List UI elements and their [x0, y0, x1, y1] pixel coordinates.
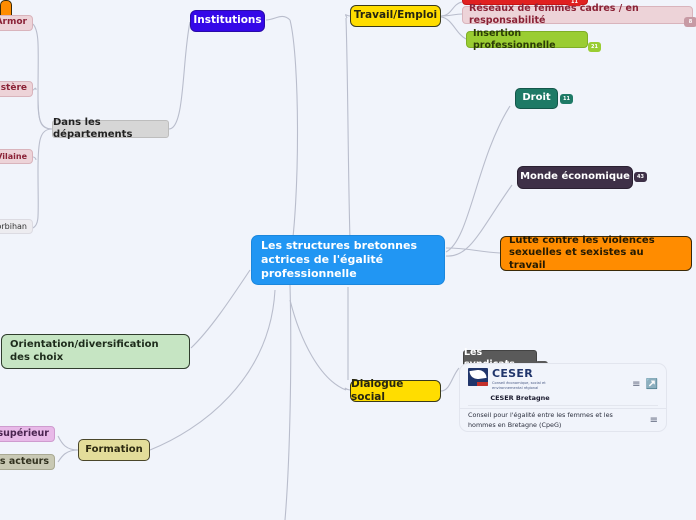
branch-travail-emploi[interactable]: Travail/Emploi	[350, 5, 441, 27]
dept-item-finistere[interactable]: Finistère	[0, 81, 33, 97]
panel-divider	[468, 405, 658, 406]
panel-row-cpeg[interactable]: Conseil pour l'égalité entre les femmes …	[460, 408, 666, 432]
topic-droit[interactable]: Droit	[515, 88, 558, 109]
ceser-logo-block: CESER Conseil économique, social et envi…	[468, 366, 572, 403]
badge-droit: 11	[560, 94, 573, 104]
topic-enseignement-superieur[interactable]: nt supérieur	[0, 426, 55, 442]
external-link-icon[interactable]: ↗️	[646, 380, 658, 390]
dept-item-morbihan[interactable]: Morbihan	[0, 219, 33, 234]
dept-item-ille-et-vilaine[interactable]: t-Vilaine	[0, 149, 33, 164]
ceser-logo-name: CESER	[492, 366, 533, 380]
topic-lutte-violences[interactable]: Lutte contre les violences sexuelles et …	[500, 235, 692, 271]
ceser-caption: CESER Bretagne	[490, 394, 550, 403]
branch-departements[interactable]: Dans les départements	[52, 117, 169, 140]
mindmap-canvas: Les structures bretonnes actrices de l'é…	[0, 0, 696, 520]
branch-dialogue-social[interactable]: Dialogue social	[350, 378, 441, 403]
cpeg-label: Conseil pour l'égalité entre les femmes …	[468, 410, 613, 429]
topic-des-acteurs[interactable]: des acteurs	[0, 454, 55, 470]
ceser-row-icons: ≡ ↗️	[632, 380, 658, 390]
badge-insertion: 21	[588, 42, 601, 52]
menu-icon[interactable]: ≡	[632, 380, 640, 390]
syndicats-panel: CESER Conseil économique, social et envi…	[459, 363, 667, 432]
topic-reseaux-femmes-cadres[interactable]: Réseaux de femmes cadres / en responsabi…	[462, 3, 693, 26]
topic-monde-economique[interactable]: Monde économique	[517, 166, 633, 189]
cpeg-row-icons: ≡	[650, 415, 658, 426]
central-node[interactable]: Les structures bretonnes actrices de l'é…	[251, 235, 445, 285]
topic-insertion-professionnelle[interactable]: Insertion professionnelle	[466, 28, 588, 51]
branch-institutions[interactable]: Institutions	[190, 10, 265, 32]
ceser-logo-icon	[468, 367, 488, 386]
panel-row-ceser[interactable]: CESER Conseil économique, social et envi…	[460, 367, 666, 403]
badge-reseaux: 8	[684, 17, 696, 27]
dept-item-cotes-darmor[interactable]: d'Armor	[0, 15, 33, 31]
branch-formation[interactable]: Formation	[78, 439, 150, 461]
topic-orientation-diversification[interactable]: Orientation/diversification des choix	[1, 334, 190, 369]
ceser-logo-subtitle: Conseil économique, social et environnem…	[492, 380, 546, 390]
badge-monde-economique: 43	[634, 172, 647, 182]
menu-icon[interactable]: ≡	[650, 415, 658, 426]
